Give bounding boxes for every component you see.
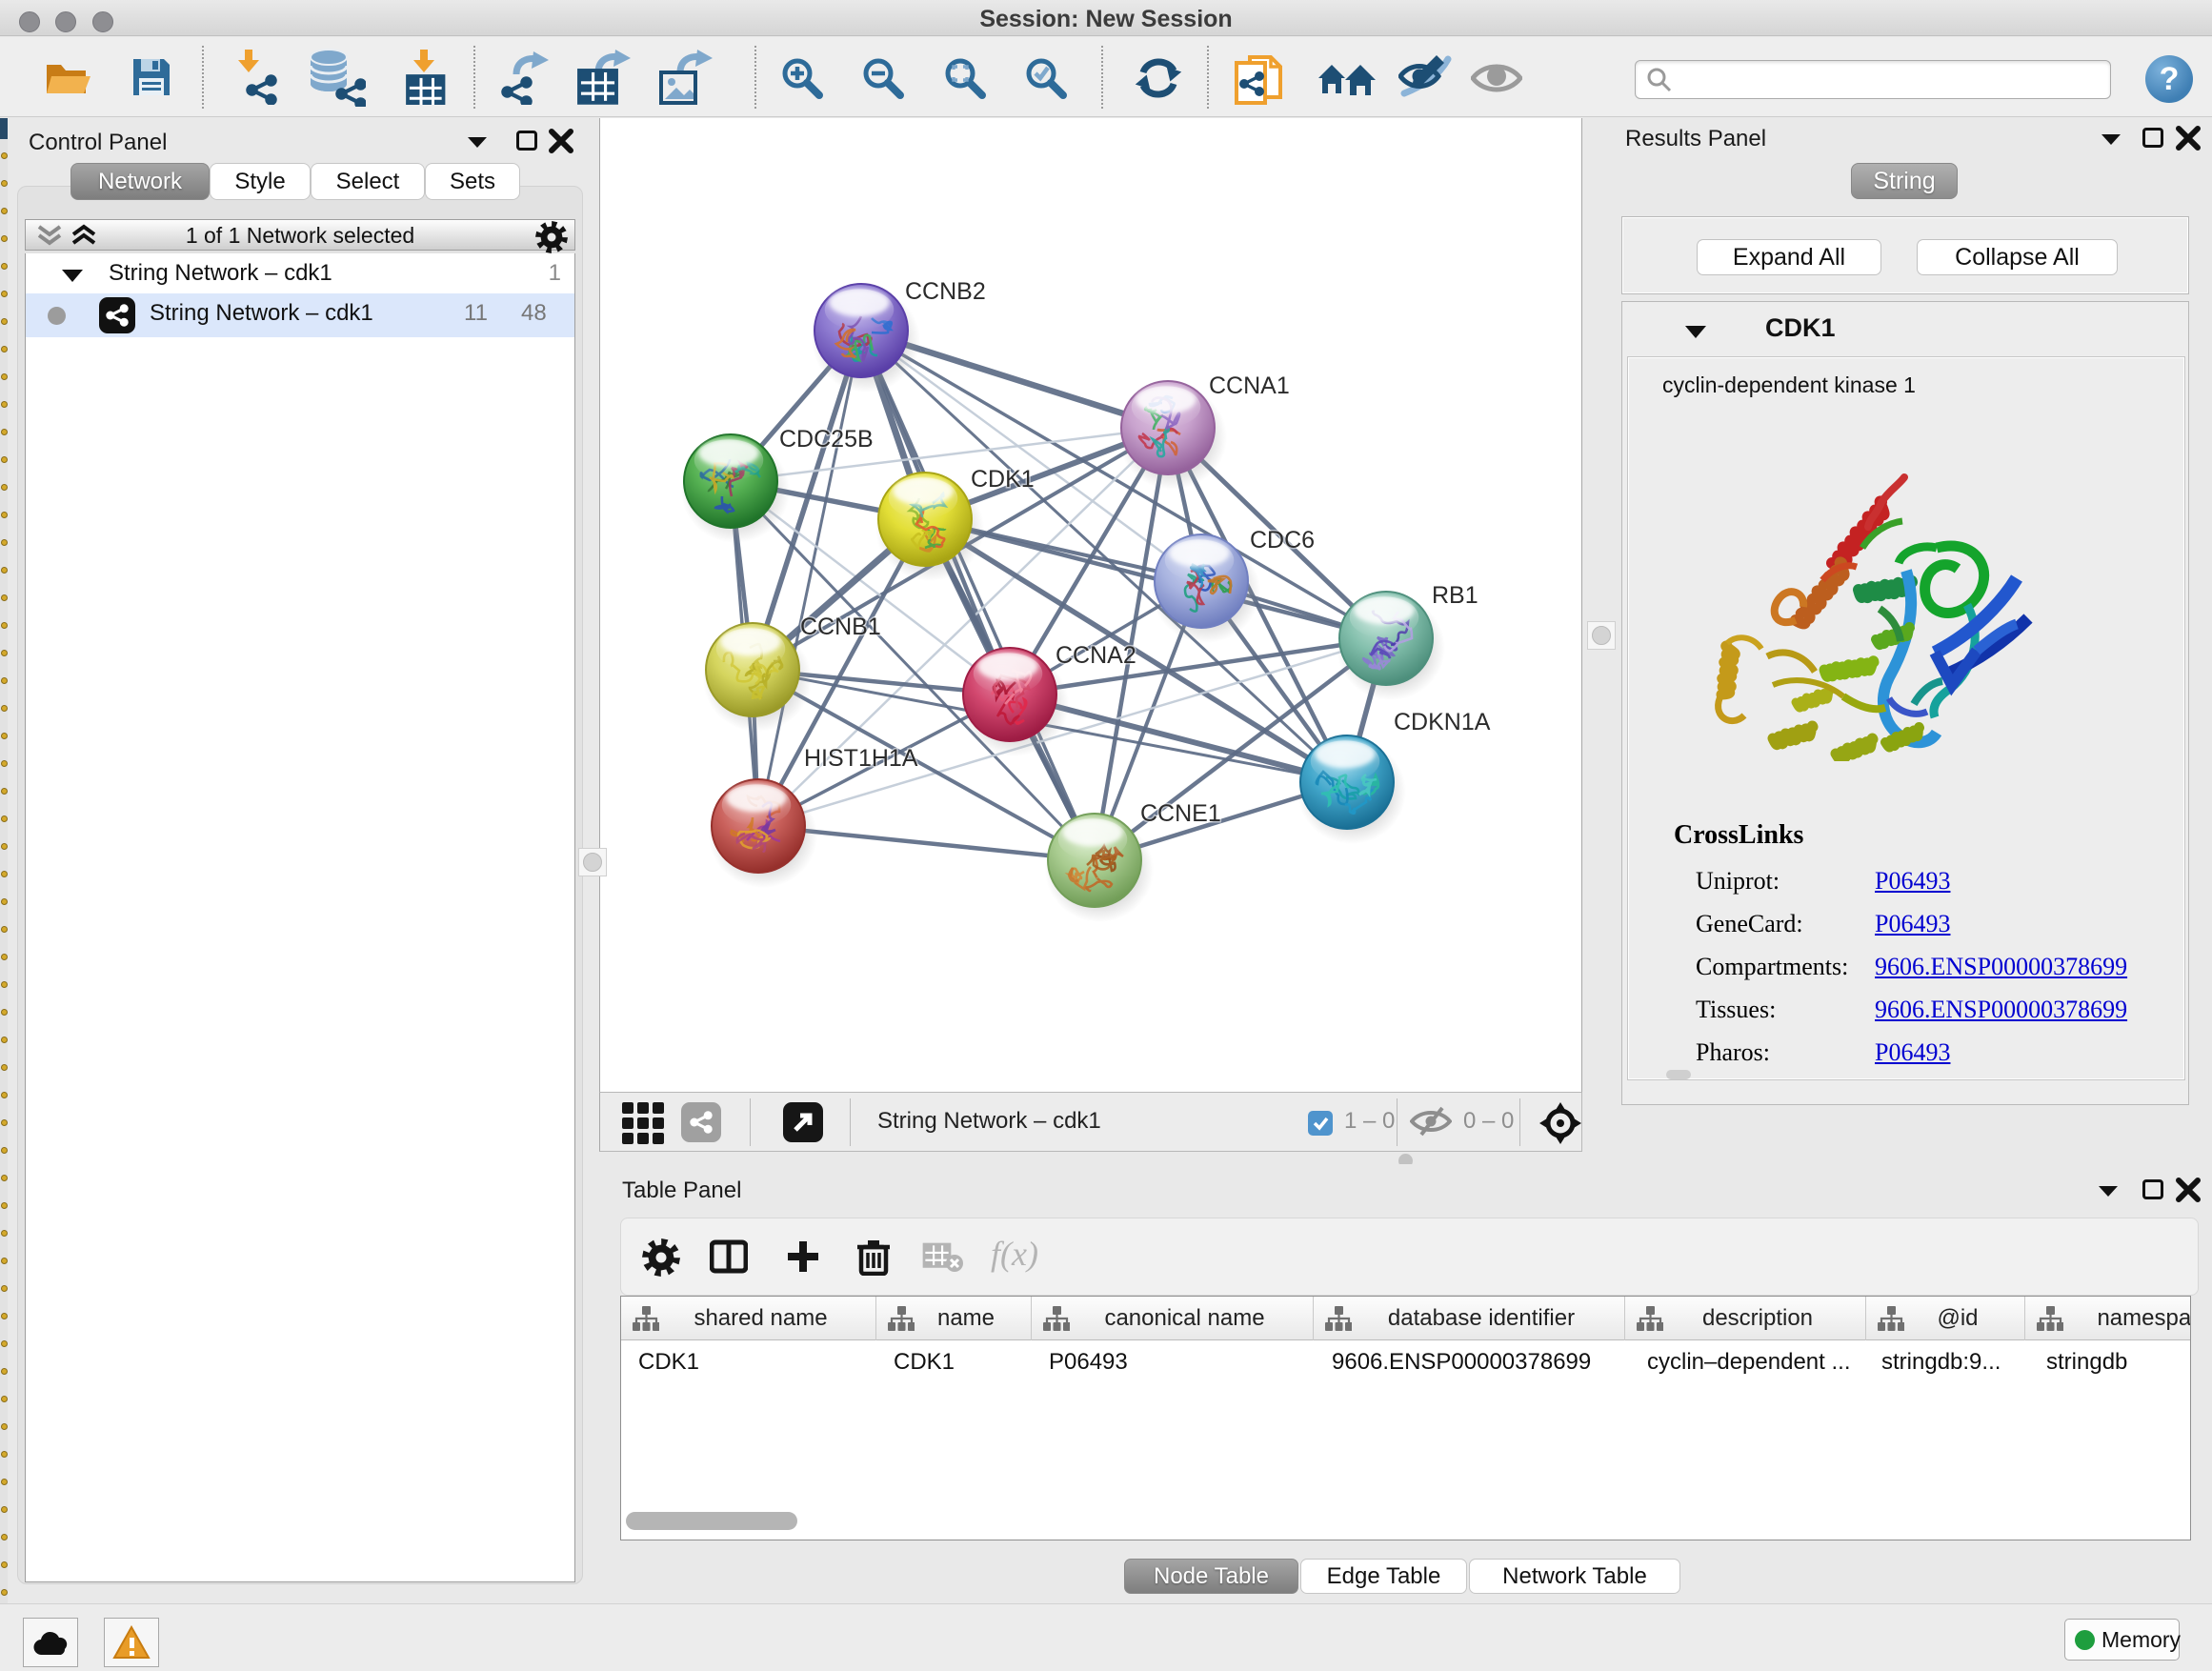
svg-text:CDK1: CDK1 [971, 466, 1035, 493]
svg-text:CCNE1: CCNE1 [1140, 800, 1221, 827]
svg-text:CDC25B: CDC25B [779, 426, 874, 453]
svg-text:CCNA1: CCNA1 [1209, 372, 1290, 399]
svg-text:CDC6: CDC6 [1250, 527, 1315, 554]
svg-text:CCNA2: CCNA2 [1056, 642, 1136, 669]
svg-text:CCNB2: CCNB2 [905, 278, 986, 305]
svg-text:CCNB1: CCNB1 [800, 614, 881, 640]
svg-text:RB1: RB1 [1432, 582, 1478, 609]
svg-text:HIST1H1A: HIST1H1A [804, 745, 918, 772]
svg-text:CDKN1A: CDKN1A [1394, 709, 1491, 735]
